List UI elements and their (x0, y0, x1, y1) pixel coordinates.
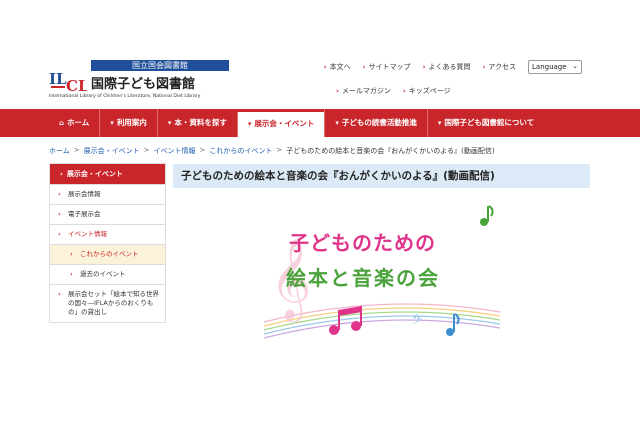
utility-links-secondary: メールマガジン キッズページ (336, 86, 451, 96)
logo-title: 国際子ども図書館 (91, 77, 196, 92)
breadcrumb-home[interactable]: ホーム (49, 146, 70, 156)
nav-exhibitions-events[interactable]: ▾ 展示会・イベント (236, 112, 325, 137)
sidebar-item-exhibitions[interactable]: 展示会情報 (50, 184, 165, 204)
svg-text:IL: IL (49, 70, 67, 88)
sidebar-item-exhibition-set[interactable]: 展示会セット「絵本で知る世界の国々―IFLAからのおくりもの」の貸出し (50, 284, 165, 322)
logo-org-name: 国立国会図書館 (91, 60, 229, 71)
ilcl-logo-icon: IL CL (49, 70, 87, 92)
svg-text:CL: CL (66, 77, 87, 92)
kids-page-link[interactable]: キッズページ (403, 86, 451, 96)
logo-english-name: International Library of Children's Lite… (49, 94, 201, 99)
utility-links: 本文へ サイトマップ よくある質問 アクセス Language ⌄ (324, 60, 582, 74)
breadcrumb-separator: > (199, 146, 206, 154)
chevron-down-icon: ⌄ (572, 62, 578, 70)
breadcrumb: ホーム > 展示会・イベント > イベント情報 > これからのイベント > 子ど… (49, 146, 495, 156)
nav-reading-promotion[interactable]: ▾ 子どもの読書活動推進 (324, 109, 427, 137)
chevron-down-icon: ▾ (167, 119, 172, 127)
site-logo[interactable]: IL CL 国立国会図書館 国際子ども図書館 International Lib… (49, 60, 229, 102)
breadcrumb-separator: > (276, 146, 283, 154)
faq-link[interactable]: よくある質問 (423, 62, 470, 72)
language-select[interactable]: Language ⌄ (528, 60, 582, 74)
mail-magazine-link[interactable]: メールマガジン (336, 86, 391, 96)
language-select-value: Language (532, 63, 567, 71)
chevron-down-icon: ▾ (110, 119, 114, 127)
sidebar-heading[interactable]: 展示会・イベント (50, 164, 165, 184)
sidebar-item-past-events[interactable]: 過去のイベント (50, 264, 165, 284)
sitemap-link[interactable]: サイトマップ (363, 62, 411, 72)
chevron-down-icon: ▾ (437, 119, 442, 127)
chevron-down-icon: ▾ (335, 119, 339, 127)
sidebar-item-events[interactable]: イベント情報 (50, 224, 165, 244)
nav-search[interactable]: ▾ 本・資料を探す (156, 109, 237, 137)
skip-to-content-link[interactable]: 本文へ (324, 62, 351, 72)
banner-title-line2: 絵本と音楽の会 (286, 266, 440, 290)
nav-guide[interactable]: ▾ 利用案内 (99, 109, 157, 137)
svg-text:𝄢: 𝄢 (412, 312, 422, 331)
chevron-down-icon: ▾ (247, 120, 252, 128)
breadcrumb-exhibitions[interactable]: 展示会・イベント (84, 146, 140, 156)
banner-title-line1: 子どものための (289, 231, 436, 255)
breadcrumb-current: 子どものための絵本と音楽の会『おんがくかいのよる』(動画配信) (286, 147, 495, 155)
breadcrumb-separator: > (143, 146, 150, 154)
page-title: 子どものための絵本と音楽の会『おんがくかいのよる』(動画配信) (173, 164, 590, 188)
access-link[interactable]: アクセス (482, 62, 516, 72)
sidebar-item-digital-exhibitions[interactable]: 電子展示会 (50, 204, 165, 224)
sidebar-item-upcoming-events[interactable]: これからのイベント (50, 244, 165, 264)
home-icon: ⌂ (59, 119, 65, 127)
nav-home[interactable]: ⌂ ホーム (49, 109, 99, 137)
nav-about[interactable]: ▾ 国際子ども図書館について (426, 109, 544, 137)
breadcrumb-upcoming[interactable]: これからのイベント (209, 146, 272, 156)
breadcrumb-events[interactable]: イベント情報 (154, 146, 196, 156)
global-nav: ⌂ ホーム ▾ 利用案内 ▾ 本・資料を探す ▾ 展示会・イベント ▾ 子どもの読書活動推… (0, 109, 640, 137)
event-banner-image: 𝄞 𝄢 子どものための 絵本と音楽の会 (262, 202, 502, 352)
breadcrumb-separator: > (73, 146, 80, 154)
sidebar: 展示会・イベント 展示会情報 電子展示会 イベント情報 これからのイベント 過去… (49, 163, 166, 323)
